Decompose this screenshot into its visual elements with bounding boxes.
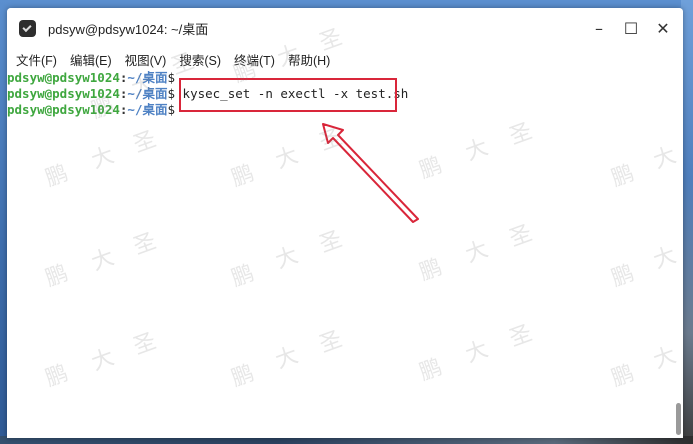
menu-file[interactable]: 文件(F) [16, 50, 57, 69]
prompt-user: pdsyw@pdsyw1024 [7, 86, 120, 101]
prompt-path: ~/桌面 [127, 86, 168, 101]
menu-edit[interactable]: 编辑(E) [70, 50, 112, 69]
window-title: pdsyw@pdsyw1024: ~/桌面 [48, 21, 209, 37]
prompt-user: pdsyw@pdsyw1024 [7, 102, 120, 117]
prompt-user: pdsyw@pdsyw1024 [7, 70, 120, 85]
close-button[interactable]: ✕ [651, 16, 675, 40]
menu-bar: 文件(F) 编辑(E) 视图(V) 搜索(S) 终端(T) 帮助(H) [7, 48, 683, 70]
prompt-dollar: $ [167, 70, 176, 85]
prompt-dollar: $ [167, 86, 176, 101]
title-bar[interactable]: pdsyw@pdsyw1024: ~/桌面 – ☐ ✕ [7, 8, 683, 48]
window-controls: – ☐ ✕ [587, 16, 675, 40]
terminal-window[interactable]: pdsyw@pdsyw1024: ~/桌面 – ☐ ✕ 文件(F) 编辑(E) … [7, 8, 683, 438]
terminal-output[interactable]: pdsyw@pdsyw1024:~/桌面$ pdsyw@pdsyw1024:~/… [7, 70, 667, 438]
annotation-highlight-box [179, 78, 397, 112]
menu-view[interactable]: 视图(V) [125, 50, 167, 69]
minimize-button[interactable]: – [587, 16, 611, 40]
menu-terminal[interactable]: 终端(T) [234, 50, 275, 69]
menu-help[interactable]: 帮助(H) [288, 50, 330, 69]
maximize-button[interactable]: ☐ [619, 16, 643, 40]
prompt-path: ~/桌面 [127, 102, 168, 117]
scrollbar-thumb[interactable] [676, 403, 681, 435]
prompt-path: ~/桌面 [127, 70, 168, 85]
menu-search[interactable]: 搜索(S) [179, 50, 221, 69]
terminal-app-icon [19, 19, 36, 37]
prompt-dollar: $ [167, 102, 176, 117]
